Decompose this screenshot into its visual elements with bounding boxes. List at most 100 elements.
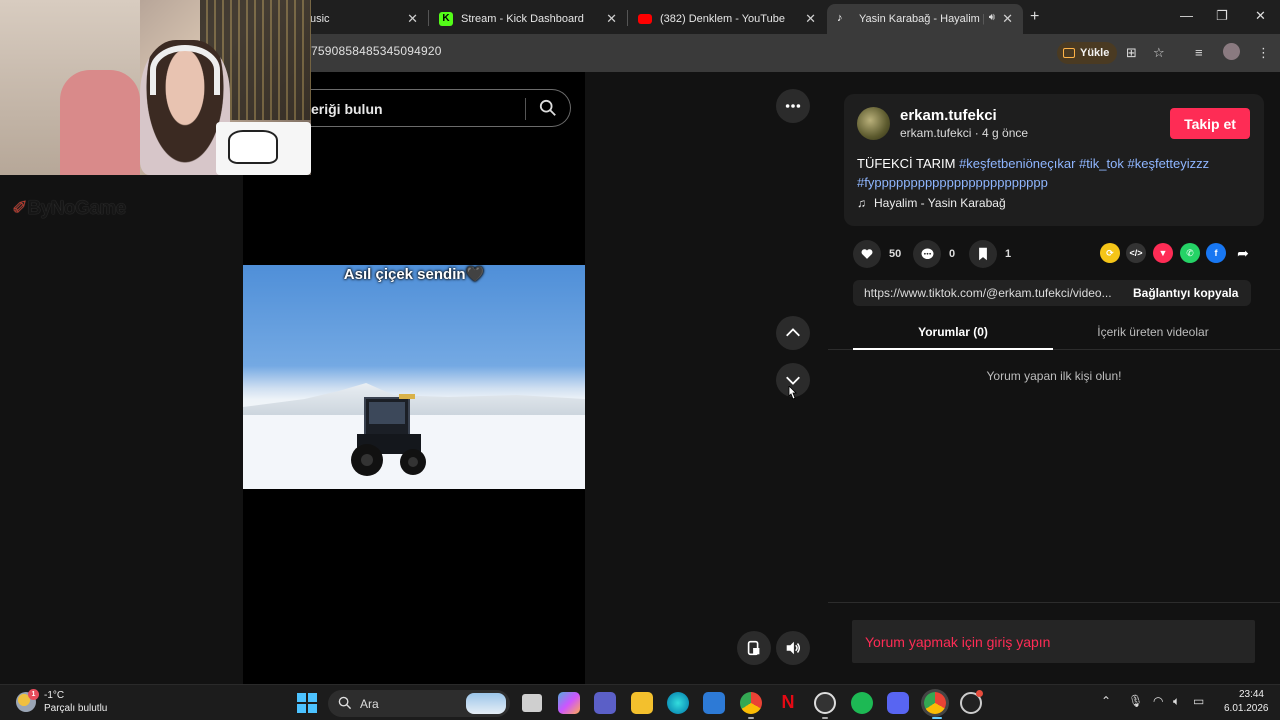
hashtag-link[interactable]: #fypppppppppppppppppppppppp xyxy=(857,175,1048,190)
youtube-icon xyxy=(638,14,652,24)
tab-title: Stream - Kick Dashboard xyxy=(461,13,584,25)
upload-icon xyxy=(1063,48,1075,58)
tab-youtube[interactable]: (382) Denklem - YouTube ✕ xyxy=(628,4,826,34)
tab-title: usic xyxy=(310,13,330,25)
store-icon[interactable] xyxy=(703,692,725,714)
active-tab-underline xyxy=(853,348,1053,350)
translate-icon[interactable]: ⊞ xyxy=(1126,45,1137,61)
volume-icon[interactable]: 🔈︎ xyxy=(1173,694,1180,709)
ellipsis-icon xyxy=(785,104,801,108)
taskbar-search[interactable]: Ara xyxy=(328,690,510,717)
tab-title: (382) Denklem - YouTube xyxy=(660,13,785,25)
weather-temp: -1°C xyxy=(44,690,65,701)
floating-player-button[interactable] xyxy=(737,631,771,665)
obs-icon[interactable] xyxy=(814,692,836,714)
running-indicator xyxy=(822,717,828,719)
description-text: TÜFEKCİ TARIM xyxy=(857,156,960,171)
battery-icon[interactable]: ▭ xyxy=(1193,694,1204,708)
chevron-up-icon[interactable]: ⌃ xyxy=(1101,694,1111,708)
chevron-up-icon xyxy=(786,328,800,337)
microphone-icon[interactable]: 🎙︎ xyxy=(1128,694,1143,708)
comments-tab-bar: Yorumlar (0) İçerik üreten videolar xyxy=(828,320,1280,350)
login-prompt: Yorum yapmak için giriş yapın xyxy=(865,634,1051,650)
login-to-comment-box[interactable]: Yorum yapmak için giriş yapın xyxy=(852,620,1255,663)
restore-icon[interactable]: ❐ xyxy=(1216,8,1228,24)
previous-video-button[interactable] xyxy=(776,316,810,350)
close-icon[interactable]: ✕ xyxy=(606,11,617,27)
follow-button[interactable]: Takip et xyxy=(1170,108,1250,139)
volume-icon xyxy=(786,641,801,655)
tiktok-icon: ♪ xyxy=(837,12,843,24)
discord-icon[interactable] xyxy=(887,692,909,714)
copy-link-box: https://www.tiktok.com/@erkam.tufekci/vi… xyxy=(853,280,1251,306)
task-view-icon[interactable] xyxy=(522,694,542,712)
tab-comments[interactable]: Yorumlar (0) xyxy=(853,325,1053,339)
chrome-icon[interactable] xyxy=(740,692,762,714)
active-indicator xyxy=(932,717,942,719)
bookmark-star-icon[interactable]: ☆ xyxy=(1153,45,1165,61)
comment-icon xyxy=(921,248,933,259)
like-count: 50 xyxy=(889,248,902,260)
send-icon[interactable]: ▼ xyxy=(1153,243,1173,263)
new-tab-icon[interactable]: + xyxy=(1030,8,1039,26)
speaker-icon[interactable]: 🔊︎ xyxy=(989,12,995,23)
teams-icon[interactable] xyxy=(594,692,616,714)
close-icon[interactable]: ✕ xyxy=(805,11,816,27)
search-input[interactable]: eriği bulun xyxy=(311,89,571,127)
windows-taskbar: 1 -1°C Parçalı bulutlu Ara N ⌃ 🎙︎ ◠ 🔈︎ ▭… xyxy=(0,684,1280,720)
search-icon xyxy=(338,696,352,710)
spotify-icon[interactable] xyxy=(851,692,873,714)
hashtag-link[interactable]: #keşfetteyizzz xyxy=(1128,156,1210,171)
video-caption: Asıl çiçek sendin🖤 xyxy=(343,266,485,283)
netflix-icon[interactable]: N xyxy=(777,692,799,714)
search-placeholder: eriği bulun xyxy=(311,101,383,117)
tab-creator-videos[interactable]: İçerik üreten videolar xyxy=(1053,325,1253,339)
facebook-icon[interactable]: f xyxy=(1206,243,1226,263)
profile-avatar[interactable] xyxy=(1223,43,1240,60)
empty-comments-text: Yorum yapan ilk kişi olun! xyxy=(986,369,1122,383)
weather-icon: 1 xyxy=(16,689,39,712)
tab-music[interactable]: usic ✕ xyxy=(300,4,428,34)
system-clock[interactable]: 23:44 6.01.2026 xyxy=(1224,688,1269,716)
upload-button[interactable]: Yükle xyxy=(1057,42,1118,64)
wifi-icon[interactable]: ◠ xyxy=(1153,694,1163,708)
hashtag-link[interactable]: #tik_tok xyxy=(1079,156,1124,171)
search-label: Ara xyxy=(360,697,379,711)
tab-tiktok-active[interactable]: ♪ Yasin Karabağ - Hayalim | Ti 🔊︎ ✕ xyxy=(827,4,1023,34)
weather-widget[interactable]: 1 -1°C Parçalı bulutlu xyxy=(16,689,107,715)
more-menu-icon[interactable]: ⋮ xyxy=(1257,45,1270,61)
chrome-active-icon[interactable] xyxy=(924,692,946,714)
more-options-button[interactable] xyxy=(776,89,810,123)
author-avatar[interactable] xyxy=(857,107,890,140)
author-username[interactable]: erkam.tufekci xyxy=(900,107,997,124)
kick-icon: K xyxy=(439,12,453,26)
edge-icon[interactable] xyxy=(667,692,689,714)
close-icon[interactable]: ✕ xyxy=(1002,11,1013,27)
start-button[interactable] xyxy=(297,693,317,713)
notification-badge: 1 xyxy=(28,689,39,700)
like-button[interactable]: 50 xyxy=(853,240,901,268)
volume-button[interactable] xyxy=(776,631,810,665)
whatsapp-icon[interactable]: ✆ xyxy=(1180,243,1200,263)
save-button[interactable]: 1 xyxy=(969,240,1011,268)
copilot-icon[interactable] xyxy=(558,692,580,714)
clock-time: 23:44 xyxy=(1238,689,1264,700)
minimize-icon[interactable]: — xyxy=(1180,8,1193,23)
music-link[interactable]: ♫ Hayalim - Yasin Karabağ xyxy=(857,196,1006,210)
embed-icon[interactable]: </> xyxy=(1126,243,1146,263)
address-bar[interactable]: 7590858485345094920 xyxy=(311,44,442,58)
copy-link-button[interactable]: Bağlantıyı kopyala xyxy=(1133,286,1238,300)
author-subtitle: erkam.tufekci · 4 g önce xyxy=(900,126,1029,140)
video-player[interactable]: Asıl çiçek sendin🖤 xyxy=(243,265,585,489)
share-arrow-icon[interactable]: ➦ xyxy=(1233,243,1253,263)
reading-list-icon[interactable]: ≡ xyxy=(1195,45,1203,60)
hashtag-link[interactable]: #keşfetbeniöneçıkar xyxy=(959,156,1075,171)
search-icon[interactable] xyxy=(539,99,557,117)
close-icon[interactable]: ✕ xyxy=(407,11,418,27)
comment-button[interactable]: 0 xyxy=(913,240,955,268)
file-explorer-icon[interactable] xyxy=(631,692,653,714)
running-indicator xyxy=(748,717,754,719)
repost-icon[interactable]: ⟳ xyxy=(1100,243,1120,263)
window-close-icon[interactable]: ✕ xyxy=(1255,8,1266,24)
tab-kick-dashboard[interactable]: K Stream - Kick Dashboard ✕ xyxy=(429,4,627,34)
